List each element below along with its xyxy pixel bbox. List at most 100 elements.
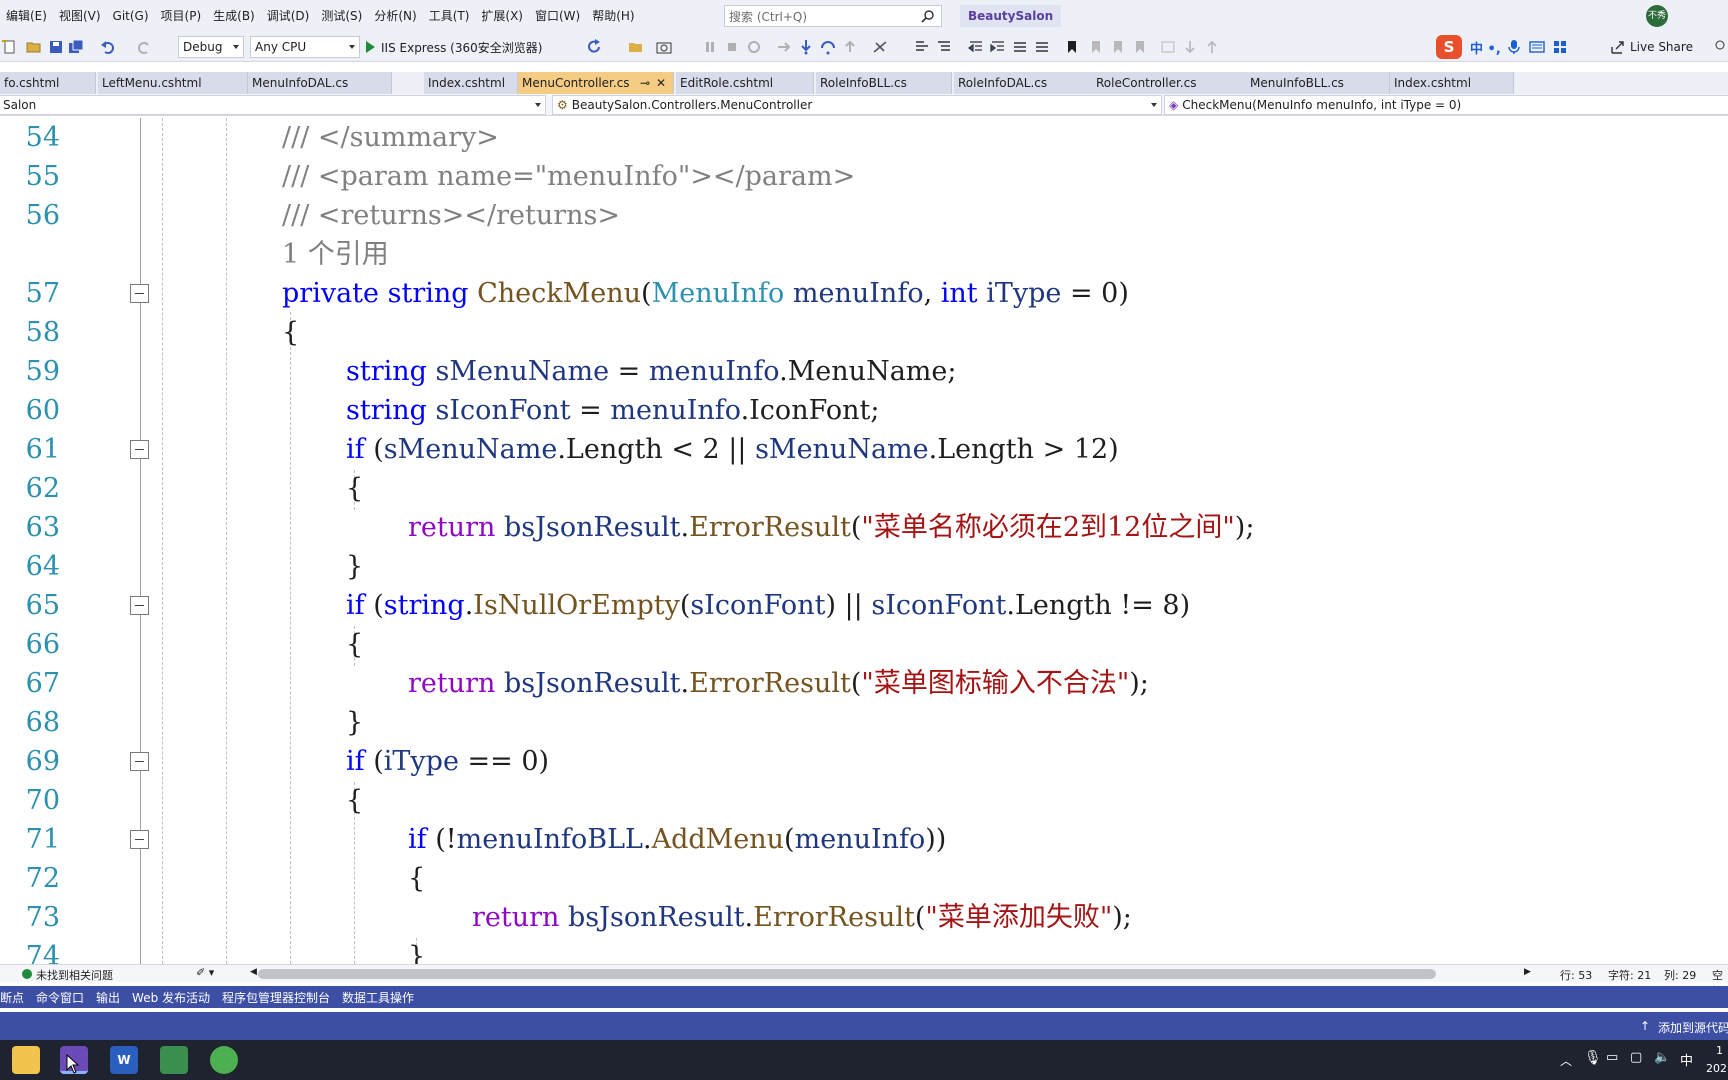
- menu-view[interactable]: 视图(V): [53, 0, 107, 32]
- start-debugging-button[interactable]: IIS Express (360安全浏览器): [366, 36, 542, 58]
- file-explorer-icon[interactable]: [12, 1046, 40, 1074]
- menu-debug[interactable]: 调试(D): [261, 0, 316, 32]
- apps-grid-icon[interactable]: [1553, 40, 1567, 54]
- code-line-68: 68 }: [0, 703, 1728, 742]
- tool-package-manager-console[interactable]: 程序包管理器控制台: [216, 989, 336, 1006]
- open-folder-icon[interactable]: [26, 39, 42, 55]
- browser-icon[interactable]: [210, 1046, 238, 1074]
- tab-index-cshtml[interactable]: Index.cshtml: [424, 72, 518, 94]
- microphone-icon[interactable]: [1507, 39, 1521, 55]
- line-number: 55: [25, 161, 60, 192]
- keyboard-icon[interactable]: [1529, 40, 1545, 54]
- browse-icon[interactable]: [628, 39, 644, 55]
- menu-test[interactable]: 测试(S): [315, 0, 368, 32]
- tab-editrole-cshtml[interactable]: EditRole.cshtml: [676, 72, 814, 94]
- scroll-right-icon[interactable]: ▶: [1524, 967, 1531, 977]
- status-bar: ↑ 添加到源代码: [0, 1012, 1728, 1040]
- tab-leftmenu-cshtml[interactable]: LeftMenu.cshtml: [98, 72, 248, 94]
- tool-app-icon[interactable]: [160, 1046, 188, 1074]
- menu-extensions[interactable]: 扩展(X): [475, 0, 529, 32]
- new-project-icon[interactable]: [2, 39, 18, 55]
- live-share-button[interactable]: Live Share: [1610, 36, 1693, 58]
- step-over-icon[interactable]: [820, 39, 836, 55]
- menu-edit[interactable]: 编辑(E): [0, 0, 53, 32]
- tab-menucontroller-cs[interactable]: MenuController.cs ⊸ ✕: [518, 72, 674, 94]
- network-icon[interactable]: ▢: [1630, 1050, 1642, 1065]
- word-icon[interactable]: W: [110, 1046, 138, 1074]
- uncomment-icon[interactable]: [1034, 39, 1050, 55]
- line-number: 60: [25, 395, 60, 426]
- ime-mode[interactable]: 中 •,: [1470, 38, 1501, 57]
- save-all-icon[interactable]: [68, 39, 84, 55]
- menu-help[interactable]: 帮助(H): [586, 0, 640, 32]
- close-icon[interactable]: ✕: [656, 72, 666, 94]
- battery-icon[interactable]: ▭: [1606, 1050, 1618, 1065]
- menu-project[interactable]: 项目(P): [155, 0, 208, 32]
- clock-date[interactable]: 202: [1706, 1062, 1727, 1075]
- tool-output[interactable]: 输出: [90, 989, 126, 1006]
- microphone-icon[interactable]: 🎙: [1584, 1050, 1602, 1066]
- tab-fo-cshtml[interactable]: fo.cshtml: [0, 72, 96, 94]
- redo-icon[interactable]: [136, 39, 152, 55]
- menu-tools[interactable]: 工具(T): [423, 0, 476, 32]
- save-icon[interactable]: [48, 39, 64, 55]
- issues-status[interactable]: 未找到相关问题: [36, 967, 113, 983]
- project-dropdown[interactable]: Salon: [0, 95, 546, 115]
- menu-build[interactable]: 生成(B): [207, 0, 261, 32]
- indent-icon[interactable]: [990, 39, 1006, 55]
- tab-menuinfobll-cs[interactable]: MenuInfoBLL.cs: [1246, 72, 1390, 94]
- format-icon[interactable]: [936, 39, 952, 55]
- collapse-toggle[interactable]: [130, 596, 149, 615]
- toggle-comment-icon[interactable]: [914, 39, 930, 55]
- pin-icon[interactable]: ⊸: [640, 72, 650, 94]
- document-tabs: fo.cshtml LeftMenu.cshtml MenuInfoDAL.cs…: [0, 72, 1728, 94]
- horizontal-scrollbar[interactable]: [258, 969, 1436, 979]
- sogou-ime-icon[interactable]: S: [1436, 35, 1462, 59]
- brush-icon[interactable]: ✐ ▾: [196, 966, 214, 979]
- project-value: Salon: [3, 98, 37, 112]
- tool-command-window[interactable]: 命令窗口: [30, 989, 90, 1006]
- live-share-label: Live Share: [1630, 40, 1693, 54]
- search-input[interactable]: 搜索 (Ctrl+Q): [724, 5, 942, 27]
- collapse-toggle[interactable]: [130, 440, 149, 459]
- volume-icon[interactable]: 🔈: [1654, 1050, 1670, 1065]
- tab-menuinfodal-cs[interactable]: MenuInfoDAL.cs: [248, 72, 392, 94]
- undo-icon[interactable]: [100, 39, 116, 55]
- collapse-toggle[interactable]: [130, 830, 149, 849]
- tool-data-tools[interactable]: 数据工具操作: [336, 989, 420, 1006]
- screenshot-icon[interactable]: [656, 39, 672, 55]
- code-editor[interactable]: 54 /// </summary> 55 /// <param name="me…: [0, 118, 1728, 964]
- class-dropdown[interactable]: ⚙ BeautySalon.Controllers.MenuController: [552, 95, 1162, 115]
- reference-count[interactable]: 1 个引用: [282, 235, 389, 274]
- ime-language[interactable]: 中: [1680, 1050, 1693, 1069]
- menu-window[interactable]: 窗口(W): [529, 0, 586, 32]
- collapse-toggle[interactable]: [130, 752, 149, 771]
- tool-web-publish[interactable]: Web 发布活动: [126, 989, 216, 1006]
- menu-git[interactable]: Git(G): [107, 0, 155, 32]
- step-into-icon[interactable]: [798, 39, 814, 55]
- hot-reload-icon[interactable]: [872, 39, 888, 55]
- collapse-toggle[interactable]: [130, 284, 149, 303]
- refresh-icon[interactable]: [586, 39, 602, 55]
- tab-roleinfodal-cs[interactable]: RoleInfoDAL.cs: [954, 72, 1094, 94]
- code-line-61: 61 if (sMenuName.Length < 2 || sMenuName…: [0, 430, 1728, 469]
- member-dropdown[interactable]: ◈ CheckMenu(MenuInfo menuInfo, int iType …: [1164, 95, 1728, 115]
- platform-dropdown[interactable]: Any CPU: [250, 36, 360, 58]
- scroll-left-icon[interactable]: ◀: [250, 967, 257, 977]
- clock-time[interactable]: 1: [1716, 1044, 1723, 1057]
- tab-rolecontroller-cs[interactable]: RoleController.cs: [1092, 72, 1248, 94]
- tab-label: MenuInfoDAL.cs: [252, 76, 349, 90]
- chevron-up-icon[interactable]: ︿: [1560, 1052, 1572, 1069]
- bookmark-icon[interactable]: [1064, 39, 1080, 55]
- tab-roleinfobll-cs[interactable]: RoleInfoBLL.cs: [816, 72, 952, 94]
- comment-out-icon[interactable]: [1012, 39, 1028, 55]
- tab-index-cshtml-2[interactable]: Index.cshtml: [1390, 72, 1514, 94]
- add-to-source-control[interactable]: 添加到源代码: [1658, 1019, 1728, 1036]
- avatar[interactable]: 不秀: [1646, 5, 1668, 27]
- feedback-icon[interactable]: [1712, 39, 1728, 55]
- configuration-dropdown[interactable]: Debug: [178, 36, 244, 58]
- menu-analyze[interactable]: 分析(N): [368, 0, 422, 32]
- outdent-icon[interactable]: [968, 39, 984, 55]
- tool-breakpoints[interactable]: 断点: [0, 989, 30, 1006]
- codelens-references[interactable]: 1 个引用: [0, 235, 1728, 274]
